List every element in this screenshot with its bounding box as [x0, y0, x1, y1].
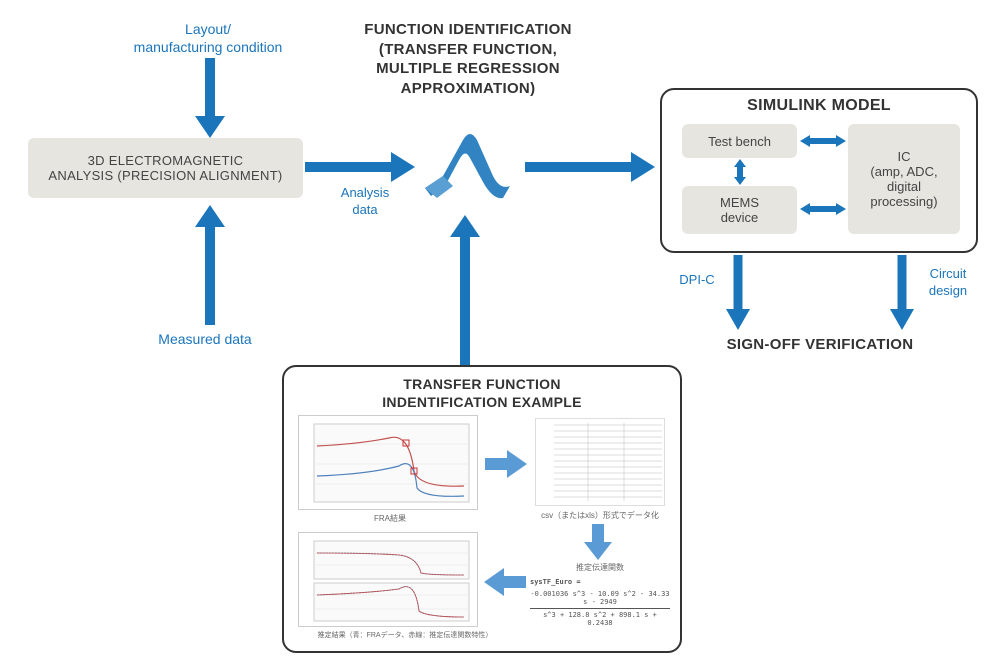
arrow-fra-to-csv: [485, 450, 527, 478]
transfer-fn-caption: 推定伝達関数: [555, 562, 645, 573]
csv-data-box: [535, 418, 665, 506]
ic-box: IC(amp, ADC,digitalprocessing): [848, 124, 960, 234]
arrow-example-to-matlab: [450, 215, 480, 365]
test-bench-box: Test bench: [682, 124, 797, 158]
arrow-ic-down: [890, 255, 914, 330]
arrow-layout-to-3d: [195, 58, 225, 138]
fra-plot: [298, 415, 478, 510]
dpi-c-label: DPI-C: [672, 272, 722, 289]
analysis-3d-box: 3D ELECTROMAGNETICANALYSIS (PRECISION AL…: [28, 138, 303, 198]
arrow-measured-to-3d: [195, 205, 225, 325]
formula-line2: -0.001036 s^3 - 10.09 s^2 - 34.33 s - 29…: [530, 590, 670, 606]
simulink-heading: SIMULINK MODEL: [660, 96, 978, 117]
example-heading: TRANSFER FUNCTIONINDENTIFICATION EXAMPLE: [282, 375, 682, 411]
formula-line3: s^3 + 128.8 s^2 + 898.1 s + 0.2438: [530, 611, 670, 627]
fra-caption: FRA結果: [350, 513, 430, 524]
formula-line1: sysTF_Euro =: [530, 578, 670, 586]
mems-box: MEMSdevice: [682, 186, 797, 234]
arrow-csv-to-formula: [584, 524, 612, 560]
matlab-icon: [415, 128, 515, 208]
signoff-heading: SIGN-OFF VERIFICATION: [700, 335, 940, 355]
formula-box: sysTF_Euro = -0.001036 s^3 - 10.09 s^2 -…: [530, 578, 670, 627]
layout-condition-label: Layout/manufacturing condition: [118, 20, 298, 56]
circuit-design-label: Circuitdesign: [918, 266, 978, 300]
arrow-formula-to-plot: [484, 568, 526, 596]
analysis-data-label: Analysisdata: [330, 185, 400, 219]
arrow-3d-to-matlab: [305, 152, 415, 182]
csv-caption: csv（またはxls）形式でデータ化: [520, 510, 680, 521]
arrow-mems-down: [726, 255, 750, 330]
estimation-caption: 推定結果（青：FRAデータ、赤線：推定伝達関数特性）: [295, 630, 515, 640]
arrow-testbench-ic: [800, 132, 846, 150]
arrow-matlab-to-simulink: [525, 152, 655, 182]
measured-data-label: Measured data: [145, 330, 265, 348]
arrow-testbench-mems: [731, 159, 749, 185]
arrow-mems-ic: [800, 200, 846, 218]
function-id-heading: FUNCTION IDENTIFICATION(TRANSFER FUNCTIO…: [328, 20, 608, 98]
estimation-plot: [298, 532, 478, 627]
